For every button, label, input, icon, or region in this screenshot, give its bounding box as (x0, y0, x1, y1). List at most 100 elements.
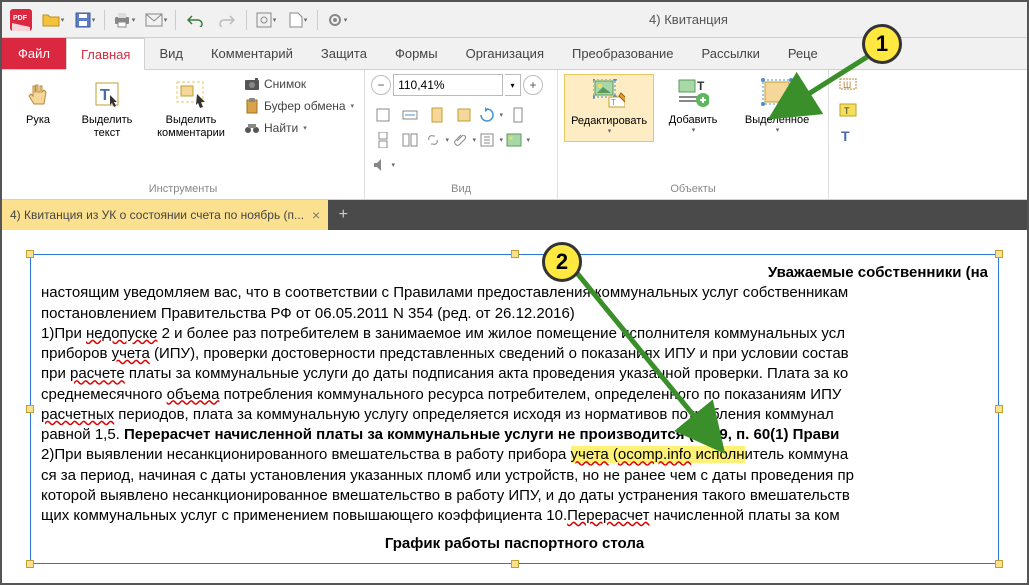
tab-forms[interactable]: Формы (381, 38, 452, 69)
tab-protection[interactable]: Защита (307, 38, 381, 69)
resize-handle[interactable] (26, 250, 34, 258)
tab-file[interactable]: Файл (2, 38, 66, 69)
chevron-down-icon: ▾ (304, 16, 308, 24)
selection-icon (761, 78, 793, 110)
pdf-app-icon: PDF (10, 9, 32, 31)
form-tool-3[interactable]: T (835, 126, 863, 146)
save-button[interactable]: ▾ (70, 6, 100, 34)
document-text: Уважаемые собственники (на настоящим уве… (41, 263, 988, 555)
facing-button[interactable] (398, 129, 422, 151)
edit-objects-button[interactable]: T Редактировать ▾ (564, 74, 654, 142)
picture-icon (506, 132, 521, 148)
doc-line: равной 1,5. Перерасчет начисленной платы… (41, 425, 988, 445)
fit-page-button[interactable] (371, 104, 395, 126)
resize-handle[interactable] (995, 560, 1003, 568)
single-page-button[interactable] (506, 104, 530, 126)
resize-handle[interactable] (26, 405, 34, 413)
document-tab[interactable]: 4) Квитанция из УК о состоянии счета по … (2, 200, 328, 230)
chevron-down-icon: ▾ (473, 136, 477, 144)
resize-handle[interactable] (26, 560, 34, 568)
scan-button[interactable]: ▾ (251, 6, 281, 34)
snapshot-label: Снимок (264, 77, 306, 91)
bookmark-button[interactable]: ▾ (479, 129, 503, 151)
ribbon: Рука T Выделить текст Выделить комментар… (2, 70, 1027, 200)
doc-line: настоящим уведомляем вас, что в соответс… (41, 283, 988, 303)
text-selection-frame[interactable]: Уважаемые собственники (на настоящим уве… (30, 254, 999, 564)
fit-page-icon (375, 107, 391, 123)
fit-width-button[interactable] (398, 104, 422, 126)
page-continuous-icon (375, 132, 391, 148)
tab-view[interactable]: Вид (145, 38, 197, 69)
doc-line: 2)При выявлении несанкционированного вме… (41, 445, 988, 465)
continuous-button[interactable] (371, 129, 395, 151)
tab-comment[interactable]: Комментарий (197, 38, 307, 69)
undo-button[interactable] (180, 6, 210, 34)
save-icon (75, 12, 91, 28)
link-icon (425, 132, 440, 148)
form-tool-1[interactable]: Ш (835, 74, 863, 94)
link-button[interactable]: ▾ (425, 129, 449, 151)
group-objects: T Редактировать ▾ T Добавить ▾ Выделенно… (558, 70, 829, 199)
resize-handle[interactable] (511, 560, 519, 568)
doc-line: которой выявлено несанкционированное вме… (41, 486, 988, 506)
image-button[interactable]: ▾ (506, 129, 530, 151)
doc-line: ся за период, начиная с даты установлени… (41, 466, 988, 486)
folder-open-icon (42, 12, 60, 28)
group-tools: Рука T Выделить текст Выделить комментар… (2, 70, 365, 199)
find-label: Найти (264, 121, 298, 135)
callout-badge-2: 2 (542, 242, 582, 282)
close-tab-button[interactable]: × (312, 207, 320, 223)
selection-label: Выделенное (745, 114, 809, 127)
form-icon-1: Ш (839, 76, 859, 92)
document-area[interactable]: Уважаемые собственники (на настоящим уве… (2, 230, 1027, 583)
redo-button[interactable] (212, 6, 242, 34)
form-tool-2[interactable]: T (835, 100, 863, 120)
add-tab-button[interactable]: + (328, 200, 358, 230)
hand-icon (22, 78, 54, 110)
tab-convert[interactable]: Преобразование (558, 38, 688, 69)
tab-home[interactable]: Главная (66, 38, 145, 70)
print-button[interactable]: ▾ (109, 6, 139, 34)
zoom-input[interactable] (393, 74, 503, 96)
clipboard-button[interactable]: Буфер обмена ▾ (240, 96, 358, 116)
find-button[interactable]: Найти ▾ (240, 118, 358, 138)
actual-size-button[interactable] (452, 104, 476, 126)
doc-heading-1: Уважаемые собственники (на (41, 263, 988, 283)
select-text-button[interactable]: T Выделить текст (72, 74, 142, 144)
resize-handle[interactable] (511, 250, 519, 258)
open-button[interactable]: ▾ (38, 6, 68, 34)
page-facing-icon (402, 132, 418, 148)
tab-review[interactable]: Реце (774, 38, 832, 69)
rotate-button[interactable]: ▾ (479, 104, 503, 126)
add-object-label: Добавить (669, 114, 718, 127)
email-button[interactable]: ▾ (141, 6, 171, 34)
snapshot-button[interactable]: Снимок (240, 74, 358, 94)
paperclip-icon (452, 132, 467, 148)
chevron-down-icon: ▾ (132, 16, 136, 24)
tab-mailings[interactable]: Рассылки (687, 38, 773, 69)
chevron-down-icon: ▾ (500, 111, 504, 119)
attachment-button[interactable]: ▾ (452, 129, 476, 151)
doc-line: при расчете платы за коммунальные услуги… (41, 364, 988, 384)
redo-icon (219, 13, 235, 27)
zoom-in-button[interactable]: + (523, 75, 543, 95)
selection-button[interactable]: Выделенное ▾ (732, 74, 822, 140)
rotate-icon (479, 107, 494, 123)
fit-visible-button[interactable] (425, 104, 449, 126)
hand-tool-button[interactable]: Рука (8, 74, 68, 131)
select-comments-button[interactable]: Выделить комментарии (146, 74, 236, 144)
zoom-dropdown[interactable]: ▾ (505, 74, 521, 96)
settings-button[interactable]: ▾ (322, 6, 352, 34)
zoom-out-button[interactable]: − (371, 75, 391, 95)
undo-icon (187, 13, 203, 27)
resize-handle[interactable] (995, 250, 1003, 258)
chevron-down-icon: ▾ (61, 16, 65, 24)
add-object-button[interactable]: T Добавить ▾ (658, 74, 728, 140)
resize-handle[interactable] (995, 405, 1003, 413)
tab-organization[interactable]: Организация (452, 38, 558, 69)
chevron-down-icon: ▾ (273, 16, 277, 24)
audio-button[interactable]: ▾ (371, 154, 395, 176)
fit-width-icon (402, 107, 418, 123)
blank-button[interactable]: ▾ (283, 6, 313, 34)
chevron-down-icon: ▾ (500, 136, 504, 144)
